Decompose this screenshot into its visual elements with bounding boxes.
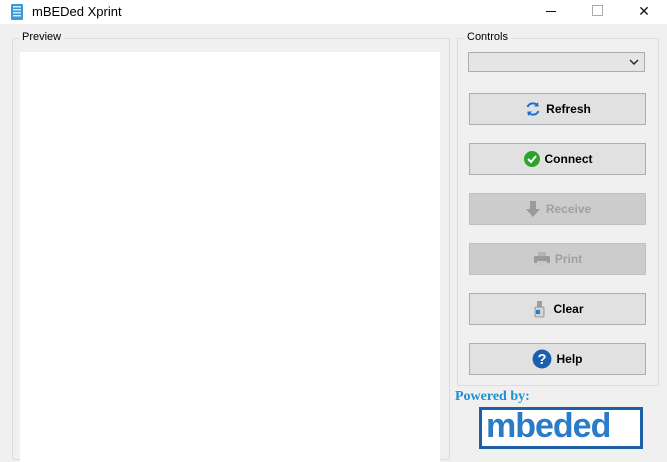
logo-text: mbeded: [486, 407, 611, 445]
clear-button[interactable]: Clear: [469, 293, 646, 325]
app-icon: [11, 4, 23, 20]
check-circle-icon: [523, 151, 540, 167]
controls-label: Controls: [464, 31, 511, 43]
minimize-icon: [546, 11, 556, 12]
download-arrow-icon: [525, 201, 540, 217]
port-select[interactable]: [468, 52, 645, 72]
title-bar: mBEDed Xprint ✕: [0, 0, 667, 24]
receive-label: Receive: [545, 202, 592, 216]
printer-icon: [533, 252, 550, 266]
eraser-icon: [535, 301, 545, 318]
close-icon: ✕: [638, 3, 650, 19]
clear-label: Clear: [553, 302, 584, 316]
preview-area: [20, 52, 440, 462]
receive-button[interactable]: Receive: [469, 193, 646, 225]
preview-group: Preview: [12, 31, 450, 462]
question-circle-icon: ?: [533, 349, 552, 369]
connect-label: Connect: [544, 152, 593, 166]
preview-label: Preview: [19, 31, 65, 43]
svg-text:?: ?: [538, 352, 547, 368]
refresh-icon: [526, 102, 540, 116]
minimize-button[interactable]: [528, 0, 574, 24]
window-title: mBEDed Xprint: [32, 4, 122, 19]
refresh-label: Refresh: [546, 102, 591, 116]
help-label: Help: [556, 352, 583, 366]
maximize-button[interactable]: [574, 0, 620, 24]
close-button[interactable]: ✕: [621, 0, 667, 24]
print-button[interactable]: Print: [469, 243, 646, 275]
powered-by-label: Powered by:: [455, 389, 530, 404]
controls-group: Controls Refresh Connect Receive Print C…: [457, 31, 659, 386]
chevron-down-icon: [629, 59, 639, 65]
mbeded-logo: mbeded: [479, 407, 643, 449]
maximize-icon: [592, 5, 603, 16]
help-button[interactable]: ? Help: [469, 343, 646, 375]
refresh-button[interactable]: Refresh: [469, 93, 646, 125]
connect-button[interactable]: Connect: [469, 143, 646, 175]
print-label: Print: [554, 252, 583, 266]
